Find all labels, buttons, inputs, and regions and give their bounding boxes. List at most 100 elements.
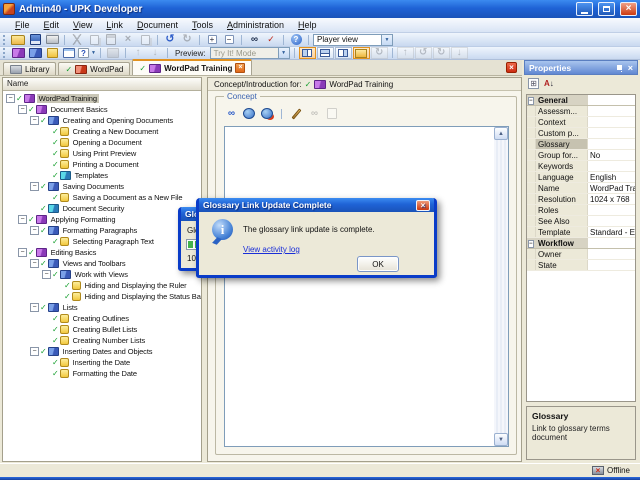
undo-button[interactable]: ↺ (162, 34, 178, 46)
new-webpage-button[interactable] (61, 47, 77, 59)
tree-item[interactable]: ✓ Hiding and Displaying the Status Bar (3, 291, 201, 302)
insert-package-button[interactable] (242, 107, 256, 120)
view-activity-log-link[interactable]: View activity log (243, 245, 300, 254)
new-topic-button[interactable] (44, 47, 60, 59)
expand-box[interactable]: − (42, 270, 51, 279)
tree-item[interactable]: − ✓ Document Basics (3, 104, 201, 115)
tree-item[interactable]: ✓ Document Security (3, 203, 201, 214)
ok-button[interactable]: OK (357, 256, 399, 272)
tree-item[interactable]: ✓ Creating Number Lists (3, 335, 201, 346)
dialog-titlebar[interactable]: Glossary Link Update Complete × (199, 198, 434, 212)
tab-wordpad-training[interactable]: ✓ WordPad Training × (132, 59, 253, 75)
expand-box[interactable]: − (18, 248, 27, 257)
tree-item[interactable]: ✓ Inserting the Date (3, 357, 201, 368)
property-category[interactable]: − Workflow (527, 238, 635, 249)
pin-icon[interactable] (616, 65, 622, 70)
collapse-icon[interactable]: − (528, 97, 534, 105)
split-horizontal-button[interactable] (316, 47, 334, 59)
minimize-button[interactable] (576, 2, 593, 16)
tree-item[interactable]: ✓ Opening a Document (3, 137, 201, 148)
tree-item[interactable]: − ✓ Creating and Opening Documents (3, 115, 201, 126)
property-row[interactable]: State (527, 260, 635, 271)
find-button[interactable]: ∞ (246, 34, 262, 46)
expand-box[interactable]: − (6, 94, 15, 103)
expand-box[interactable]: − (30, 347, 39, 356)
tree-item[interactable]: ✓ Saving a Document as a New File (3, 192, 201, 203)
menu-edit[interactable]: Edit (37, 19, 67, 31)
tree-item[interactable]: ✓ Formatting the Date (3, 368, 201, 379)
tree-item[interactable]: ✓ Hiding and Displaying the Ruler (3, 280, 201, 291)
tree-item[interactable]: ✓ Printing a Document (3, 159, 201, 170)
restore-button[interactable] (598, 2, 615, 16)
new-question-button[interactable]: ? ▼ (78, 47, 96, 59)
expand-box[interactable]: − (30, 259, 39, 268)
toolbar-grip[interactable] (3, 34, 6, 45)
menu-tools[interactable]: Tools (185, 19, 220, 31)
tree-item[interactable]: ✓ Using Print Preview (3, 148, 201, 159)
categorized-icon[interactable]: ⊞ (528, 78, 539, 89)
property-row[interactable]: Language English (527, 172, 635, 183)
property-value[interactable] (588, 117, 635, 127)
scroll-down-button[interactable]: ▼ (494, 433, 508, 446)
toolbar-grip[interactable] (3, 48, 6, 58)
editor-scrollbar[interactable]: ▲ ▼ (494, 127, 508, 446)
tab-close-icon[interactable]: × (235, 63, 246, 73)
property-row[interactable]: Custom p... (527, 128, 635, 139)
property-row[interactable]: Assessm... (527, 106, 635, 117)
expand-box[interactable]: − (30, 303, 39, 312)
property-row[interactable]: Owner (527, 249, 635, 260)
tree-item[interactable]: − ✓ Lists (3, 302, 201, 313)
expand-box[interactable]: − (30, 182, 39, 191)
property-row[interactable]: Roles (527, 205, 635, 216)
property-value[interactable] (588, 161, 635, 171)
property-value[interactable] (588, 216, 635, 226)
split-none-button[interactable] (334, 47, 352, 59)
property-value[interactable] (588, 260, 635, 270)
show-properties-button[interactable] (352, 47, 370, 59)
close-button[interactable]: × (620, 2, 637, 16)
menu-document[interactable]: Document (130, 19, 185, 31)
menu-help[interactable]: Help (291, 19, 324, 31)
save-button[interactable] (27, 34, 43, 46)
expand-box[interactable]: − (18, 105, 27, 114)
tree-item[interactable]: − ✓ Formatting Paragraphs (3, 225, 201, 236)
tree-item[interactable]: − ✓ Inserting Dates and Objects (3, 346, 201, 357)
property-row[interactable]: See Also (527, 216, 635, 227)
property-value[interactable]: No (588, 150, 635, 160)
chevron-down-icon[interactable]: ▼ (381, 34, 392, 45)
tree-item[interactable]: − ✓ Work with Views (3, 269, 201, 280)
pane-close-icon[interactable]: × (506, 62, 517, 73)
new-section-button[interactable] (27, 47, 43, 59)
scroll-up-button[interactable]: ▲ (494, 127, 508, 140)
property-row[interactable]: Context (527, 117, 635, 128)
property-value[interactable]: Standard - English (588, 227, 635, 237)
menu-link[interactable]: Link (99, 19, 130, 31)
tree-item[interactable]: − ✓ Applying Formatting (3, 214, 201, 225)
expand-box[interactable]: − (30, 116, 39, 125)
tree-item[interactable]: − ✓ Views and Toolbars (3, 258, 201, 269)
tree-item[interactable]: ✓ Creating a New Document (3, 126, 201, 137)
help-button[interactable]: ? (288, 34, 304, 46)
view-combo[interactable]: Player view ▼ (313, 33, 393, 46)
create-link-button[interactable]: ∞ (224, 107, 238, 120)
property-value[interactable] (588, 106, 635, 116)
split-vertical-button[interactable] (298, 47, 316, 59)
print-button[interactable] (44, 34, 60, 46)
menu-view[interactable]: View (66, 19, 99, 31)
property-row[interactable]: Group for... No (527, 150, 635, 161)
tree-item[interactable]: ✓ Creating Outlines (3, 313, 201, 324)
property-row[interactable]: NameWordPad Training (527, 183, 635, 194)
properties-close-icon[interactable]: × (628, 63, 633, 73)
edit-button[interactable] (289, 107, 303, 120)
spelling-button[interactable]: ✓ (263, 34, 279, 46)
new-module-button[interactable] (10, 47, 26, 59)
tree-item[interactable]: ✓ Templates (3, 170, 201, 181)
collapse-all-button[interactable]: − (221, 34, 237, 46)
concept-editor[interactable]: ▲ ▼ (224, 126, 509, 447)
menu-file[interactable]: File (8, 19, 37, 31)
tree-item[interactable]: ✓ Creating Bullet Lists (3, 324, 201, 335)
property-value[interactable]: WordPad Training (588, 183, 635, 193)
menu-administration[interactable]: Administration (220, 19, 291, 31)
expand-box[interactable]: − (30, 226, 39, 235)
dialog-close-button[interactable]: × (416, 199, 430, 211)
